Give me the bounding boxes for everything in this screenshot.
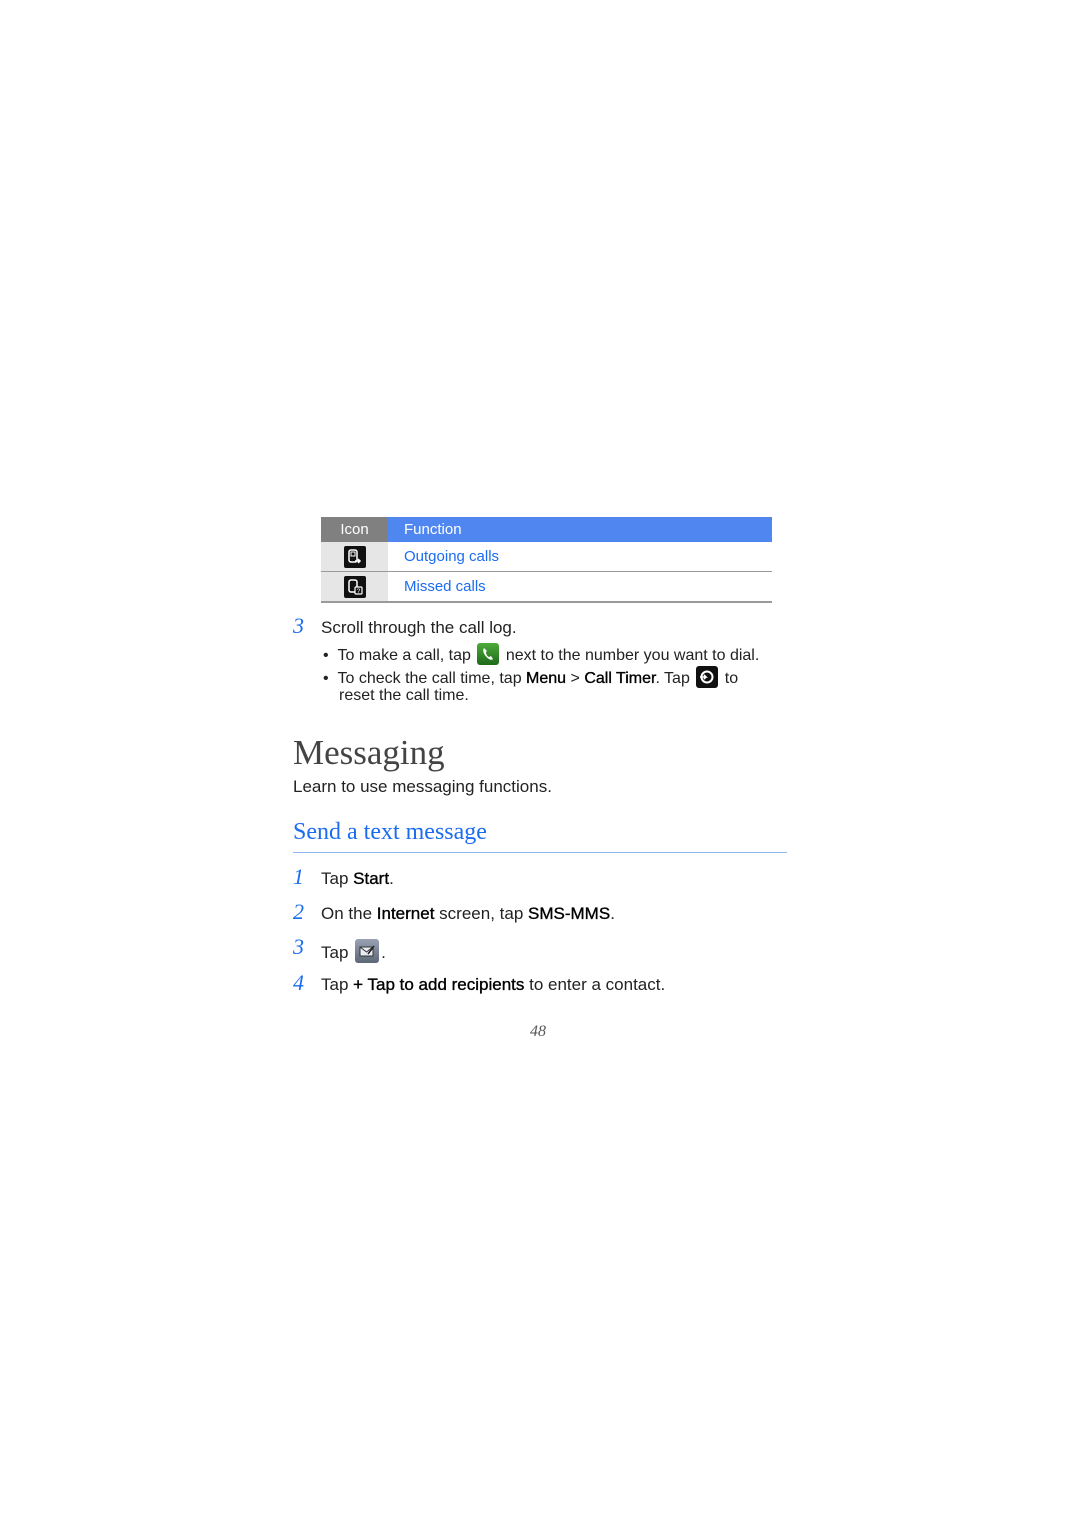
bullet-item: • To make a call, tap next to the number… bbox=[323, 643, 759, 665]
call-timer-label: Call Timer bbox=[584, 670, 656, 687]
compose-message-icon bbox=[355, 939, 380, 963]
phone-call-icon bbox=[477, 643, 500, 665]
start-label: Start bbox=[353, 869, 390, 888]
table-header: Icon Function bbox=[321, 517, 772, 542]
page-number: 48 bbox=[530, 1023, 546, 1040]
bullet-continuation: reset the call time. bbox=[339, 687, 469, 704]
step-number: 4 bbox=[293, 970, 304, 995]
step-text: On the Internet screen, tap SMS-MMS. bbox=[321, 904, 615, 923]
menu-label: Menu bbox=[526, 670, 567, 687]
bullet-item: • To check the call time, tap Menu > Cal… bbox=[323, 666, 738, 688]
subsection-divider bbox=[293, 852, 787, 853]
step-number: 2 bbox=[293, 899, 304, 924]
missed-calls-icon: ? bbox=[343, 575, 366, 598]
table-row: ? Missed calls bbox=[321, 572, 772, 603]
internet-label: Internet bbox=[376, 904, 435, 923]
table-row: Outgoing calls bbox=[321, 542, 772, 572]
step-number: 3 bbox=[293, 934, 304, 959]
header-function: Function bbox=[388, 517, 772, 542]
add-recipients-label: + Tap to add recipients bbox=[353, 975, 525, 994]
section-intro: Learn to use messaging functions. bbox=[293, 777, 552, 796]
step-text: Tap Start. bbox=[321, 869, 394, 888]
step-text: Scroll through the call log. bbox=[321, 618, 517, 637]
subsection-title: Send a text message bbox=[293, 819, 487, 845]
section-title: Messaging bbox=[293, 733, 445, 772]
sms-mms-label: SMS-MMS bbox=[528, 904, 611, 923]
reset-icon bbox=[696, 666, 719, 688]
outgoing-calls-icon bbox=[343, 545, 366, 568]
step-text: Tap . bbox=[321, 939, 386, 963]
function-label: Outgoing calls bbox=[404, 548, 500, 565]
step-number: 3 bbox=[293, 613, 304, 638]
function-label: Missed calls bbox=[404, 578, 486, 595]
step-number: 1 bbox=[293, 864, 304, 889]
step-text: Tap + Tap to add recipients to enter a c… bbox=[321, 975, 666, 994]
icon-function-table: Icon Function Outgoing calls ? Missed ca… bbox=[321, 517, 772, 603]
header-icon: Icon bbox=[321, 517, 388, 542]
